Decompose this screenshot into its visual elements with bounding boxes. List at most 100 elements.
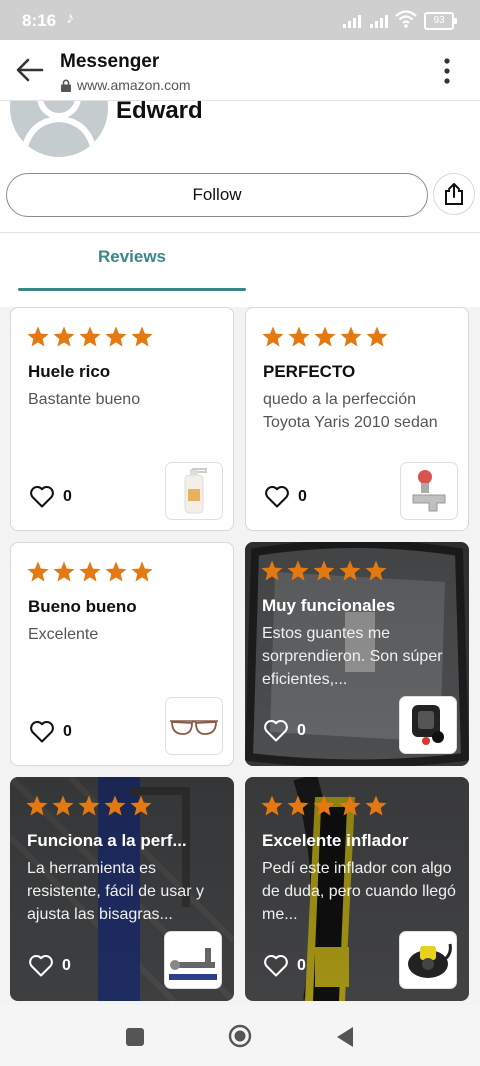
star-icon	[79, 561, 101, 582]
like-control[interactable]: 0	[28, 954, 71, 978]
heart-icon	[265, 485, 289, 508]
star-icon	[104, 795, 126, 816]
product-thumbnail[interactable]	[165, 697, 223, 755]
review-title: Muy funcionales	[262, 596, 396, 615]
review-title: Funciona a la perf...	[27, 831, 187, 850]
star-rating	[26, 560, 154, 583]
tab-reviews[interactable]: Reviews	[18, 247, 246, 267]
star-icon	[365, 795, 387, 816]
product-thumbnail[interactable]	[399, 931, 457, 989]
star-icon	[105, 326, 127, 347]
battery-icon: 93	[424, 12, 457, 30]
air-pump-icon	[408, 943, 452, 978]
like-control[interactable]: 0	[264, 485, 307, 509]
star-icon	[340, 326, 362, 347]
system-navigation-bar	[0, 1005, 480, 1066]
heart-icon	[264, 954, 288, 977]
star-icon	[79, 326, 101, 347]
review-card[interactable]: Funciona a la perf... La herramienta es …	[10, 777, 234, 1001]
star-icon	[339, 795, 361, 816]
url-display: www.amazon.com	[60, 77, 191, 93]
star-icon	[261, 795, 283, 816]
heart-icon	[264, 719, 288, 742]
lotion-bottle-icon	[184, 468, 207, 514]
like-control[interactable]: 0	[29, 720, 72, 744]
review-body: La herramienta es resistente, fácil de u…	[27, 860, 204, 923]
hinge-tool-icon	[169, 948, 217, 980]
like-count: 0	[297, 722, 306, 739]
like-count: 0	[63, 723, 72, 740]
follow-button[interactable]: Follow	[6, 173, 428, 217]
star-icon	[27, 326, 49, 347]
like-control[interactable]: 0	[263, 954, 306, 978]
star-icon	[287, 560, 309, 581]
star-icon	[261, 560, 283, 581]
heart-icon	[29, 954, 53, 977]
star-rating	[25, 794, 153, 817]
tab-reviews-indicator	[18, 288, 246, 291]
star-icon	[52, 795, 74, 816]
tiktok-icon: ♪	[66, 10, 74, 27]
star-icon	[26, 795, 48, 816]
review-body: Bastante bueno	[28, 391, 141, 408]
like-control[interactable]: 0	[29, 485, 72, 509]
product-thumbnail[interactable]	[165, 462, 223, 520]
star-icon	[288, 326, 310, 347]
faucet-tap-icon	[412, 470, 446, 512]
star-rating	[260, 794, 388, 817]
star-icon	[53, 326, 75, 347]
review-card[interactable]: Huele rico Bastante bueno 0	[10, 307, 234, 531]
review-body: quedo a la perfección Toyota Yaris 2010 …	[263, 391, 438, 431]
url-text: www.amazon.com	[77, 77, 191, 93]
back-arrow-icon[interactable]	[14, 55, 46, 85]
star-rating	[260, 559, 388, 582]
page-title: Messenger	[60, 51, 160, 72]
signal-icon	[343, 14, 361, 28]
review-body: Estos guantes me sorprendieron. Son súpe…	[262, 625, 443, 688]
signal-icon-2	[370, 14, 388, 28]
star-icon	[313, 795, 335, 816]
default-user-icon	[21, 101, 97, 152]
star-icon	[105, 561, 127, 582]
home-button[interactable]	[228, 1024, 252, 1048]
eyeglasses-icon	[170, 720, 218, 735]
review-card[interactable]: PERFECTO quedo a la perfección Toyota Ya…	[245, 307, 469, 531]
like-count: 0	[63, 488, 72, 505]
heart-icon	[30, 720, 54, 743]
product-thumbnail[interactable]	[400, 462, 458, 520]
status-bar: 8:16 ♪ 93	[0, 0, 480, 40]
review-body: Excelente	[28, 626, 99, 643]
heart-icon	[30, 485, 54, 508]
star-icon	[366, 326, 388, 347]
like-count: 0	[298, 488, 307, 505]
star-icon	[131, 561, 153, 582]
review-title: Bueno bueno	[28, 597, 137, 616]
more-options-icon[interactable]	[436, 56, 458, 86]
reviews-grid: Huele rico Bastante bueno 0 PERFECTO que…	[0, 307, 480, 1005]
gloves-pack-icon	[412, 705, 444, 745]
status-time: 8:16	[22, 11, 57, 30]
review-title: PERFECTO	[263, 362, 356, 381]
review-title: Huele rico	[28, 362, 111, 381]
like-control[interactable]: 0	[263, 719, 306, 743]
product-thumbnail[interactable]	[399, 696, 457, 754]
review-card[interactable]: Excelente inflador Pedí este inflador co…	[245, 777, 469, 1001]
review-card[interactable]: Muy funcionales Estos guantes me sorpren…	[245, 542, 469, 766]
star-icon	[339, 560, 361, 581]
star-icon	[78, 795, 100, 816]
share-button[interactable]	[433, 173, 475, 215]
back-button[interactable]	[335, 1025, 355, 1049]
star-icon	[130, 795, 152, 816]
avatar	[10, 101, 108, 157]
like-count: 0	[62, 957, 71, 974]
lock-icon	[61, 79, 71, 92]
recent-apps-button[interactable]	[126, 1028, 144, 1046]
review-card[interactable]: Bueno bueno Excelente 0	[10, 542, 234, 766]
star-icon	[365, 560, 387, 581]
profile-page: Edward Follow Reviews Huele rico Bastant…	[0, 101, 480, 1005]
product-thumbnail[interactable]	[164, 931, 222, 989]
review-title: Excelente inflador	[262, 831, 409, 850]
star-icon	[287, 795, 309, 816]
browser-header: Messenger www.amazon.com	[0, 40, 480, 101]
star-rating	[261, 325, 389, 348]
